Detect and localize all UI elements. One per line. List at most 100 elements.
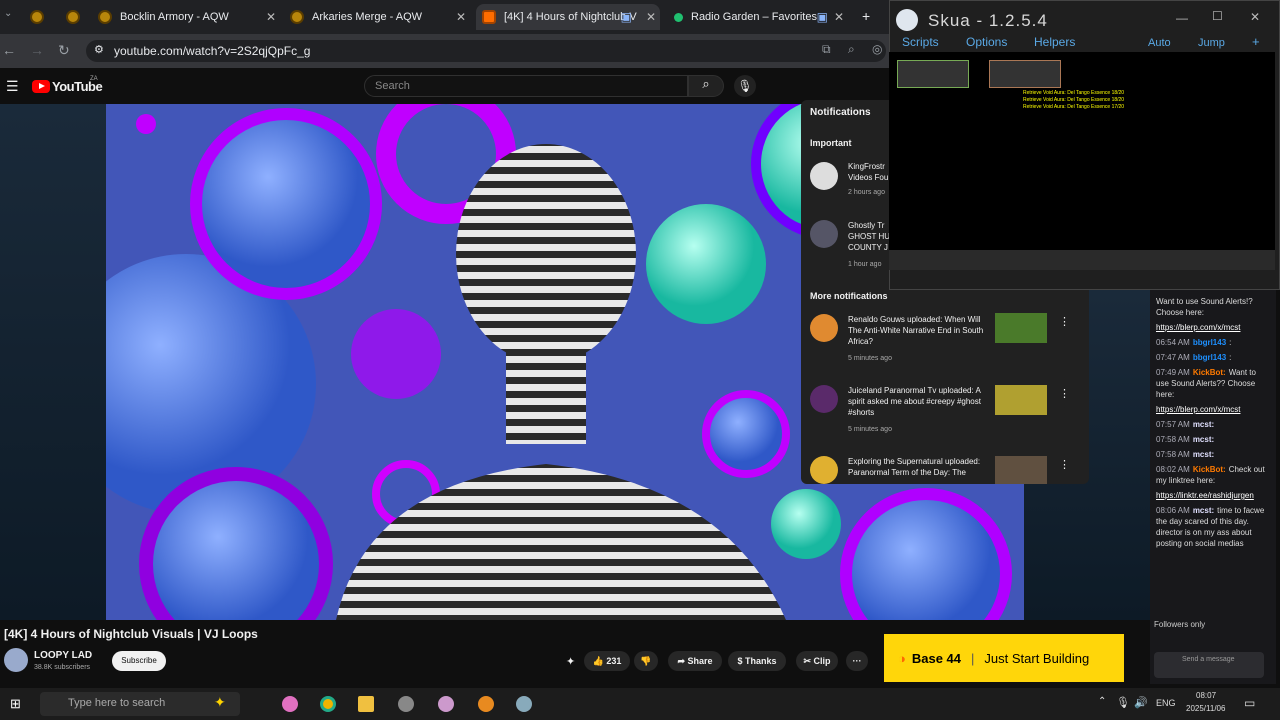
clock-date[interactable]: 2025/11/06 [1186, 704, 1225, 713]
site-info-icon[interactable]: ⚙ [94, 43, 104, 56]
notifications-icon[interactable]: ▭ [1244, 696, 1255, 710]
chat-message: 07:57 AM mcst: [1150, 419, 1276, 430]
avatar [810, 385, 838, 413]
tab-close-icon[interactable]: ✕ [834, 10, 844, 24]
share-button[interactable]: ➦ Share [668, 651, 722, 671]
file-explorer-icon[interactable] [358, 696, 374, 712]
youtube-logo-icon[interactable] [32, 80, 50, 93]
skua-jump-button[interactable]: Jump [1198, 37, 1225, 49]
avatar [810, 162, 838, 190]
chat-username[interactable]: mcst: [1193, 450, 1214, 459]
tab-radio-garden[interactable]: Radio Garden – Favorites ▣ ✕ [666, 4, 848, 30]
reload-icon[interactable]: ↻ [58, 42, 70, 59]
gift-icon[interactable]: ✦ [566, 655, 575, 668]
skua-menu-scripts[interactable]: Scripts [902, 35, 939, 49]
thanks-button[interactable]: $ Thanks [728, 651, 786, 671]
tab-close-icon[interactable]: ✕ [266, 10, 276, 24]
search-icon: ⌕ [702, 76, 710, 91]
thumbs-down-icon: 👎 [640, 656, 652, 666]
tab-close-icon[interactable]: ✕ [646, 10, 656, 24]
app-icon[interactable] [516, 696, 532, 712]
search-button[interactable]: ⌕ [688, 75, 724, 97]
app-icon[interactable] [438, 696, 454, 712]
tab-close-icon[interactable]: ✕ [456, 10, 466, 24]
app-icon[interactable] [398, 696, 414, 712]
chat-message-input[interactable]: Send a message [1154, 652, 1264, 678]
dislike-button[interactable]: 👎 [634, 651, 658, 671]
chat-username[interactable]: mcst: [1193, 420, 1214, 429]
windows-start-icon[interactable]: ⊞ [10, 696, 21, 712]
new-tab-button[interactable]: + [862, 8, 870, 24]
chat-username[interactable]: mcst: [1193, 506, 1214, 515]
skua-add-button[interactable]: + [1252, 34, 1260, 49]
chrome-icon[interactable] [320, 696, 336, 712]
like-button[interactable]: 👍 231 [584, 651, 630, 671]
chat-message: https://blerp.com/x/mcst [1150, 322, 1276, 333]
copilot-icon[interactable] [282, 696, 298, 712]
cast-icon: ▣ [816, 10, 828, 24]
chat-message: https://linktr.ee/rashidjurgen [1150, 490, 1276, 501]
minimize-icon[interactable]: — [1176, 11, 1188, 25]
notification-text[interactable]: Exploring the Supernatural uploaded: Par… [848, 456, 988, 478]
notification-text[interactable]: Renaldo Gouws uploaded: When Will The An… [848, 314, 988, 347]
game-action-bar[interactable] [889, 250, 1275, 270]
channel-name[interactable]: LOOPY LAD [34, 650, 92, 661]
install-app-icon[interactable]: ⧉ [822, 42, 831, 57]
tab-arkaries-merge[interactable]: Arkaries Merge - AQW ✕ [284, 4, 470, 30]
more-options-icon[interactable]: ⋮ [1059, 458, 1070, 471]
skua-title: Skua - 1.2.5.4 [928, 11, 1048, 30]
chat-text: : [1229, 338, 1232, 347]
notification-time: 1 hour ago [848, 261, 882, 268]
more-options-icon[interactable]: ⋮ [1059, 387, 1070, 400]
skua-menu-options[interactable]: Options [966, 35, 1007, 49]
tab-nightclub-visuals[interactable]: [4K] 4 Hours of Nightclub V ▣ ✕ [476, 4, 660, 30]
chat-link[interactable]: https://linktr.ee/rashidjurgen [1156, 491, 1254, 500]
player-portrait [897, 60, 969, 88]
close-icon[interactable]: ✕ [1250, 10, 1260, 24]
tab-search-icon[interactable]: ⌄ [4, 8, 12, 19]
more-actions-button[interactable]: ··· [846, 651, 868, 671]
chat-username[interactable]: KickBot: [1193, 465, 1226, 474]
skua-auto-button[interactable]: Auto [1148, 37, 1171, 49]
speaker-icon[interactable]: 🔊 [1134, 696, 1148, 709]
zoom-icon[interactable]: ⌕ [848, 42, 855, 57]
subscribe-button[interactable]: Subscribe [112, 651, 166, 671]
chat-username[interactable]: bbgrl143 [1193, 338, 1226, 347]
maximize-icon[interactable]: ☐ [1212, 9, 1223, 23]
notification-time: 5 minutes ago [848, 426, 892, 433]
more-options-icon[interactable]: ⋮ [1059, 315, 1070, 328]
channel-avatar[interactable] [4, 648, 28, 672]
notification-text[interactable]: Ghostly Tr GHOST HU COUNTY J [848, 220, 890, 253]
chat-username[interactable]: mcst: [1193, 435, 1214, 444]
microphone-icon[interactable]: 🎙 [1116, 696, 1130, 709]
notification-thumbnail[interactable] [995, 313, 1047, 343]
chat-link[interactable]: https://blerp.com/x/mcst [1156, 323, 1240, 332]
tab-bocklin-armory[interactable]: Bocklin Armory - AQW ✕ [92, 4, 280, 30]
clock-time[interactable]: 08:07 [1196, 691, 1216, 700]
chat-timestamp: 08:02 AM [1156, 465, 1190, 474]
skua-menu-helpers[interactable]: Helpers [1034, 35, 1075, 49]
back-arrow-icon[interactable]: ← [2, 42, 16, 58]
notification-text[interactable]: Juiceland Paranormal Tv uploaded: A spir… [848, 385, 988, 418]
voice-search-icon[interactable]: 🎙 [734, 75, 756, 97]
notification-text[interactable]: KingFrostr Videos Fou [848, 161, 888, 183]
notification-thumbnail[interactable] [995, 385, 1047, 415]
notification-thumbnail[interactable] [995, 456, 1047, 484]
language-indicator[interactable]: ENG [1156, 698, 1176, 708]
forward-arrow-icon[interactable]: → [30, 42, 44, 58]
eye-slash-icon[interactable]: ◎ [872, 42, 882, 56]
app-favicon [30, 10, 44, 24]
clip-button[interactable]: ✂ Clip [796, 651, 838, 671]
hamburger-menu-icon[interactable]: ☰ [6, 78, 19, 95]
chat-username[interactable]: bbgrl143 [1193, 353, 1226, 362]
chrome-active-icon[interactable] [478, 696, 494, 712]
chat-username[interactable]: KickBot: [1193, 368, 1226, 377]
taskbar-search-input[interactable]: Type here to search [40, 692, 240, 716]
url-text[interactable]: youtube.com/watch?v=2S2qjQpFc_g [114, 44, 310, 58]
game-viewport[interactable]: Retrieve Void Aura: Del Tango Essence 18… [889, 52, 1275, 270]
ad-banner[interactable]: ◑ Base 44 | Just Start Building [884, 634, 1124, 682]
chevron-up-icon[interactable]: ⌃ [1098, 696, 1106, 707]
thanks-label: Thanks [745, 656, 777, 666]
search-input[interactable]: Search [364, 75, 688, 97]
chat-link[interactable]: https://blerp.com/x/mcst [1156, 405, 1240, 414]
